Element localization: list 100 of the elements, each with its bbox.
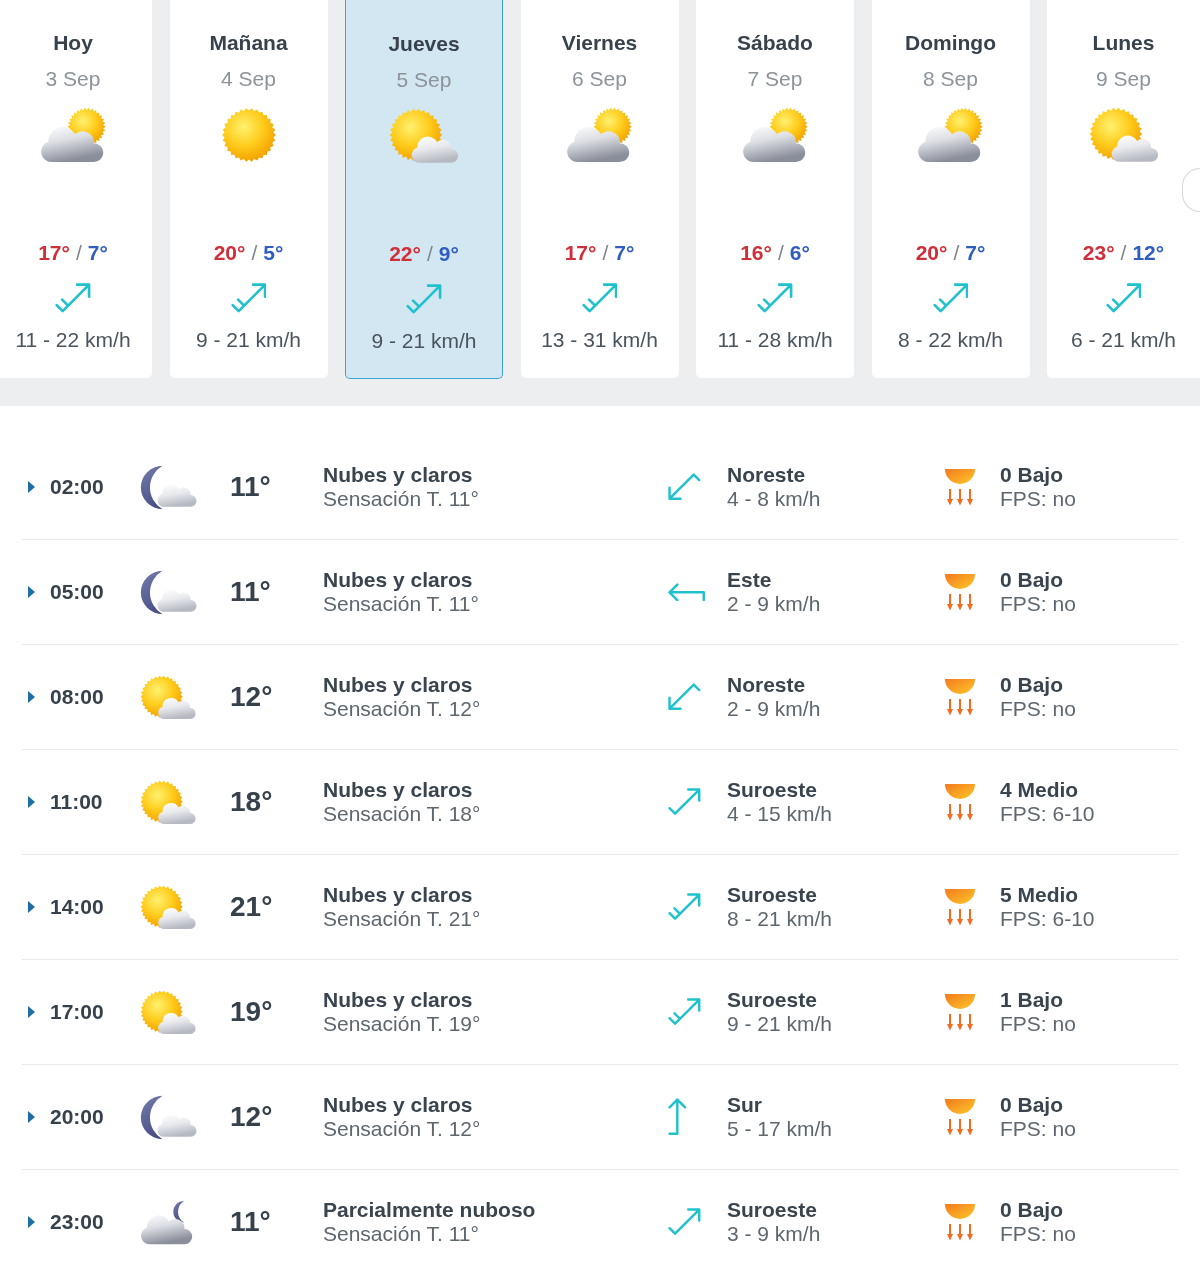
low-temp: 6°	[789, 240, 810, 266]
caret-icon[interactable]	[28, 901, 35, 913]
fps-label: FPS: no	[1000, 1117, 1076, 1141]
sun-behind-cloud-icon	[566, 107, 633, 163]
wind-arrow-icon	[668, 1208, 701, 1236]
temp-separator: /	[251, 240, 258, 266]
low-temp: 9°	[438, 241, 459, 267]
wind-speed: 8 - 22 km/h	[897, 327, 1003, 353]
temperature: 11°	[230, 1206, 271, 1238]
day-card[interactable]: Lunes 9 Sep 23° / 12° 6 - 21 km/h	[1047, 0, 1200, 378]
wind-arrow-icon	[932, 283, 969, 313]
day-card[interactable]: Sábado 7 Sep 16° / 6° 11 - 28 km/h	[696, 0, 854, 378]
sun-behind-cloud-icon	[39, 107, 107, 163]
wind-arrow-icon	[668, 683, 701, 711]
day-card[interactable]: Hoy 3 Sep 17° / 7° 11 - 22 km/h	[0, 0, 152, 378]
caret-icon[interactable]	[28, 586, 35, 598]
temperature: 11°	[230, 576, 271, 608]
wind-arrow-icon	[1105, 283, 1142, 313]
date-label: 7 Sep	[747, 66, 803, 92]
wind-speed: 11 - 28 km/h	[717, 327, 833, 353]
sun-with-cloud-icon	[140, 884, 197, 930]
wind-direction: Suroeste	[727, 883, 817, 907]
caret-icon[interactable]	[28, 481, 35, 493]
temp-separator: /	[1120, 240, 1127, 266]
caret-icon[interactable]	[28, 796, 35, 808]
feels-like-label: Sensación T. 12°	[323, 697, 481, 721]
condition-label: Parcialmente nuboso	[323, 1198, 536, 1222]
temp-separator: /	[777, 240, 784, 266]
uv-index: 0 Bajo	[1000, 673, 1064, 697]
caret-icon[interactable]	[28, 691, 35, 703]
wind-arrow-icon	[668, 788, 701, 816]
wind-arrow-icon	[230, 283, 267, 313]
uv-index: 0 Bajo	[1000, 1198, 1064, 1222]
wind-direction: Suroeste	[727, 1198, 817, 1222]
wind-speed: 4 - 8 km/h	[727, 487, 821, 511]
uv-index: 0 Bajo	[1000, 568, 1064, 592]
condition-label: Nubes y claros	[323, 988, 473, 1012]
day-card[interactable]: Mañana 4 Sep 20° / 5° 9 - 21 km/h	[169, 0, 328, 378]
time-label: 23:00	[50, 1210, 104, 1234]
wind-speed: 6 - 21 km/h	[1070, 327, 1176, 353]
temperature: 12°	[230, 681, 273, 713]
high-temp: 22°	[389, 241, 421, 267]
moon-with-cloud-icon	[140, 569, 198, 615]
wind-speed: 4 - 15 km/h	[727, 802, 833, 826]
moon-with-cloud-icon	[140, 464, 198, 510]
caret-icon[interactable]	[28, 1216, 35, 1228]
wind-direction: Suroeste	[727, 988, 817, 1012]
day-name: Domingo	[905, 30, 996, 56]
day-name: Viernes	[561, 30, 638, 56]
uv-index: 5 Medio	[1000, 883, 1079, 907]
time-label: 08:00	[50, 685, 104, 709]
caret-icon[interactable]	[28, 1006, 35, 1018]
uv-index: 1 Bajo	[1000, 988, 1064, 1012]
day-name: Jueves	[388, 31, 460, 57]
feels-like-label: Sensación T. 19°	[323, 1012, 481, 1036]
temperature: 11°	[230, 471, 271, 503]
wind-speed: 11 - 22 km/h	[15, 327, 131, 353]
day-card[interactable]: Domingo 8 Sep 20° / 7° 8 - 22 km/h	[871, 0, 1030, 378]
temperature: 18°	[230, 786, 273, 818]
wind-speed: 9 - 21 km/h	[195, 327, 301, 353]
wind-arrow-icon	[668, 473, 701, 501]
wind-direction: Noreste	[727, 673, 806, 697]
wind-speed: 8 - 21 km/h	[727, 907, 833, 931]
day-name: Lunes	[1092, 30, 1155, 56]
temp-separator: /	[75, 240, 82, 266]
fps-label: FPS: no	[1000, 697, 1076, 721]
feels-like-label: Sensación T. 11°	[323, 1222, 479, 1246]
time-label: 05:00	[50, 580, 104, 604]
low-temp: 7°	[965, 240, 986, 266]
feels-like-label: Sensación T. 12°	[323, 1117, 481, 1141]
high-temp: 17°	[564, 240, 597, 266]
wind-direction: Este	[727, 568, 772, 592]
wind-speed: 5 - 17 km/h	[727, 1117, 833, 1141]
date-label: 9 Sep	[1096, 66, 1151, 92]
high-temp: 17°	[38, 240, 70, 266]
sun-with-cloud-icon	[389, 108, 459, 164]
wind-direction: Suroeste	[727, 778, 817, 802]
sun-with-cloud-icon	[140, 674, 197, 720]
day-card[interactable]: Viernes 6 Sep 17° / 7° 13 - 31 km/h	[520, 0, 679, 378]
fps-label: FPS: no	[1000, 1012, 1076, 1036]
caret-icon[interactable]	[28, 1111, 35, 1123]
day-name: Hoy	[53, 30, 93, 56]
feels-like-label: Sensación T. 21°	[323, 907, 481, 931]
sun-icon	[220, 107, 277, 163]
time-label: 02:00	[50, 475, 104, 499]
half-sun-icon	[943, 1098, 977, 1136]
wind-arrow-icon	[581, 283, 618, 313]
wind-speed: 9 - 21 km/h	[727, 1012, 833, 1036]
uv-index: 0 Bajo	[1000, 1093, 1064, 1117]
wind-speed: 2 - 9 km/h	[727, 697, 821, 721]
half-sun-icon	[943, 573, 977, 611]
sun-with-cloud-icon	[1088, 107, 1159, 163]
low-temp: 5°	[263, 240, 284, 266]
time-label: 14:00	[50, 895, 104, 919]
condition-label: Nubes y claros	[323, 883, 473, 907]
condition-label: Nubes y claros	[323, 778, 473, 802]
temp-separator: /	[426, 241, 433, 267]
half-sun-icon	[943, 1203, 977, 1241]
day-card[interactable]: Jueves 5 Sep 22° / 9° 9 - 21 km/h	[345, 0, 503, 379]
wind-arrow-icon	[55, 283, 91, 313]
